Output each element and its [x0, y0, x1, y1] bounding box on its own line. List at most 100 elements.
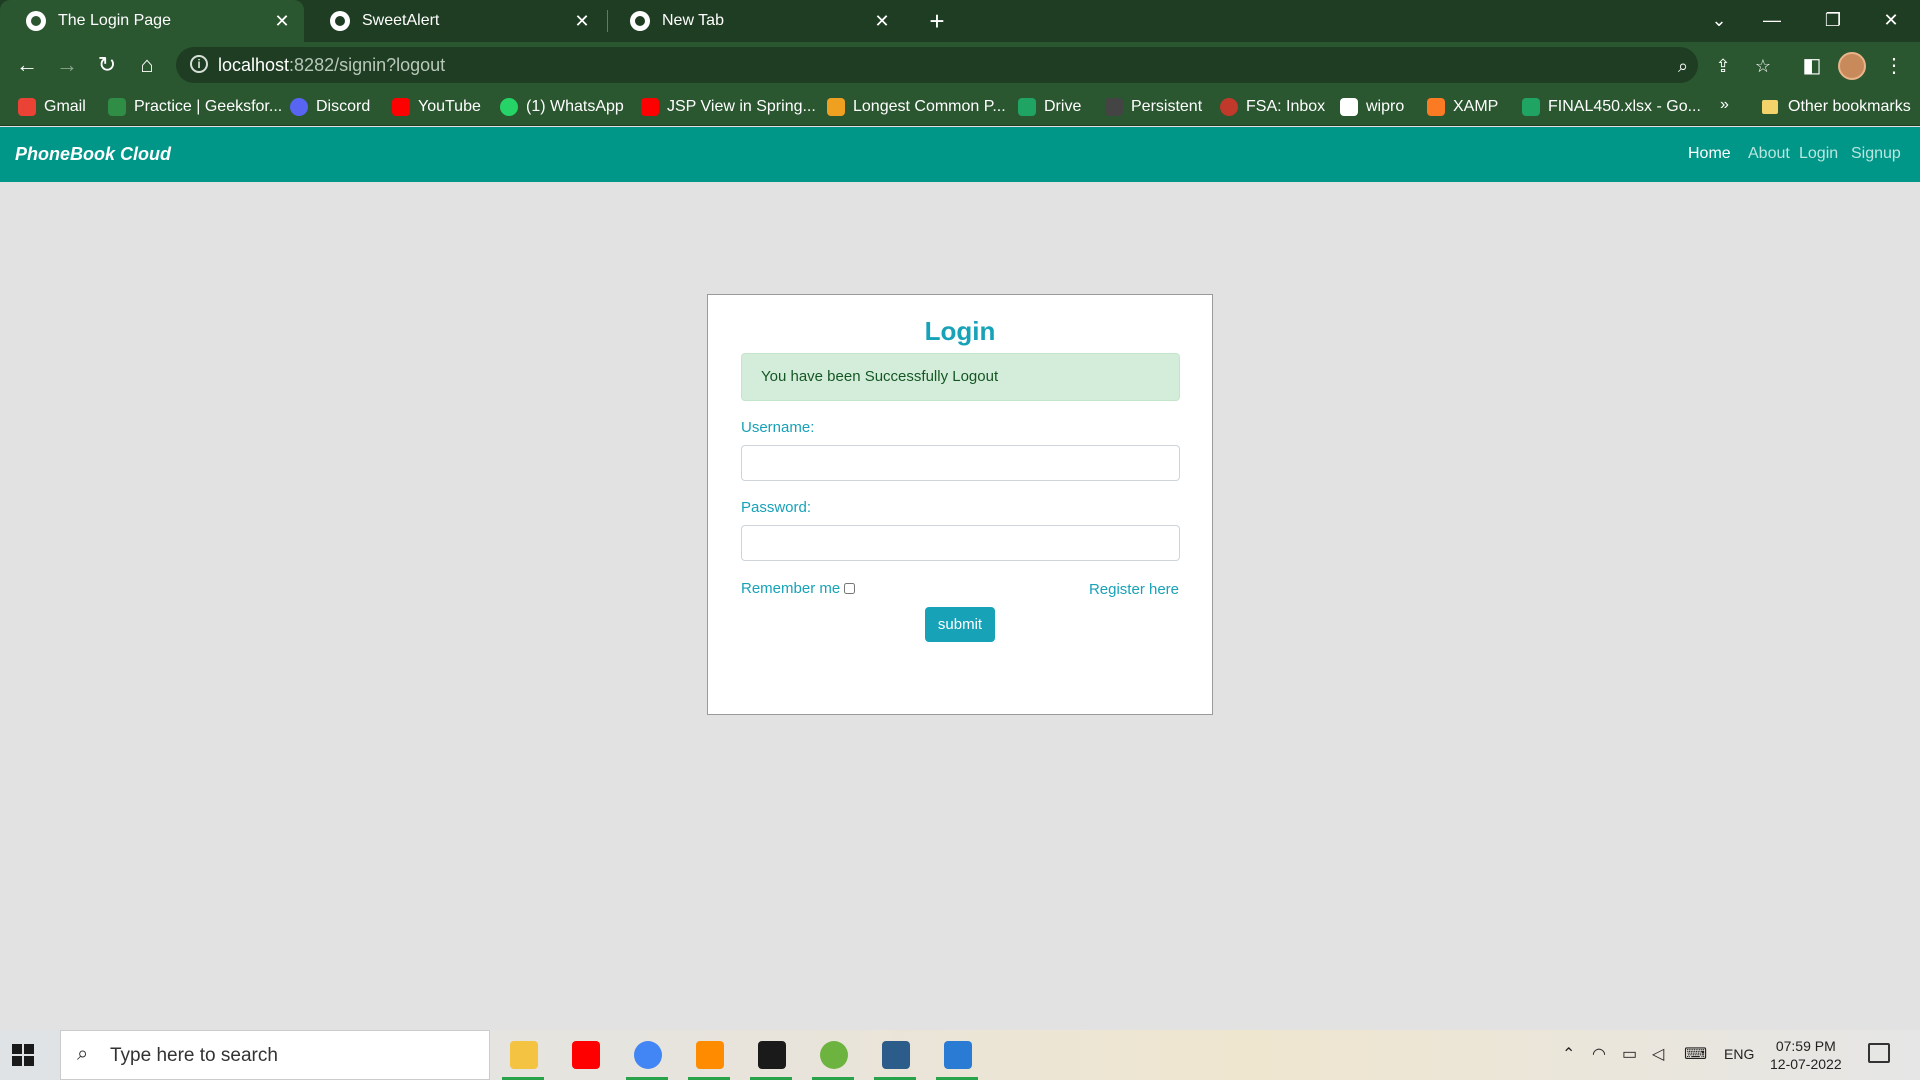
home-button[interactable]: ⌂	[130, 48, 164, 82]
info-icon[interactable]: i	[190, 55, 208, 73]
bookmark-label: FSA: Inbox	[1246, 98, 1326, 115]
sublime-icon	[696, 1041, 724, 1069]
address-bar[interactable]: i localhost:8282/signin?logout ⌕ ⇪ ☆	[176, 47, 1771, 83]
password-field[interactable]	[741, 525, 1180, 561]
address-url[interactable]: localhost:8282/signin?logout	[218, 55, 445, 76]
forward-button[interactable]: →	[50, 48, 84, 82]
whatsapp-icon	[500, 98, 518, 116]
remember-me-checkbox[interactable]	[844, 583, 856, 594]
taskbar-intellij[interactable]	[746, 1034, 796, 1080]
windows-taskbar: ⌕ Type here to search ⌃ ◠ ▭ ◁ ⌨ ENG 07:5…	[0, 1030, 1920, 1080]
globe-icon	[26, 11, 46, 31]
share-icon[interactable]: ⇪	[1710, 53, 1736, 79]
bookmark-fsa-inbox[interactable]: FSA: Inbox	[1220, 94, 1325, 120]
profile-avatar[interactable]	[1838, 52, 1866, 80]
nav-link-home[interactable]: Home	[1688, 145, 1731, 163]
remember-me: Remember me	[741, 580, 856, 597]
bookmark-wipro[interactable]: wipro	[1340, 94, 1404, 120]
discord-icon	[290, 98, 308, 116]
bookmark-drive[interactable]: Drive	[1018, 94, 1081, 120]
taskbar-sublime-text[interactable]	[684, 1034, 734, 1080]
search-icon: ⌕	[77, 1043, 89, 1065]
notification-icon[interactable]	[1868, 1043, 1890, 1063]
bookmark-label: JSP View in Spring...	[667, 98, 816, 115]
brand-logo-text[interactable]: PhoneBook Cloud	[15, 144, 171, 165]
new-tab-button[interactable]: +	[922, 4, 952, 38]
bookmark-xamp[interactable]: XAMP	[1427, 94, 1498, 120]
tab-title: The Login Page	[58, 12, 171, 29]
back-button[interactable]: ←	[10, 48, 44, 82]
show-hidden-icons-icon[interactable]: ⌃	[1562, 1044, 1575, 1064]
battery-icon[interactable]: ▭	[1622, 1044, 1637, 1064]
close-window-button[interactable]: ✕	[1866, 0, 1916, 42]
other-bookmarks-label: Other bookmarks	[1788, 98, 1911, 115]
bookmarks-overflow-button[interactable]: »	[1720, 96, 1729, 114]
close-icon[interactable]: ✕	[872, 11, 892, 32]
persistent-icon	[1105, 98, 1123, 116]
bookmark-longest-common[interactable]: Longest Common P...	[827, 94, 1006, 120]
tab-title: New Tab	[662, 12, 724, 29]
language-indicator[interactable]: ENG	[1724, 1046, 1754, 1062]
bookmark-label: Discord	[316, 98, 371, 115]
minimize-button[interactable]: —	[1747, 0, 1797, 42]
taskbar-photos[interactable]	[932, 1034, 982, 1080]
taskbar-file-explorer[interactable]	[498, 1034, 548, 1080]
taskbar-youtube[interactable]	[560, 1034, 610, 1080]
drive-icon	[1018, 98, 1036, 116]
clock-date: 12-07-2022	[1770, 1056, 1842, 1072]
taskbar-search-box[interactable]: ⌕ Type here to search	[60, 1030, 490, 1080]
youtube-icon	[641, 98, 659, 116]
wifi-icon[interactable]: ◠	[1592, 1044, 1606, 1064]
username-field[interactable]	[741, 445, 1180, 481]
restore-button[interactable]: ❐	[1808, 0, 1858, 42]
other-bookmarks-folder[interactable]: Other bookmarks	[1762, 94, 1911, 120]
close-icon[interactable]: ✕	[272, 11, 292, 32]
register-link[interactable]: Register here	[1089, 581, 1179, 598]
url-host: localhost	[218, 55, 290, 75]
nav-link-signup[interactable]: Signup	[1851, 145, 1901, 163]
taskbar-spring-tool-suite[interactable]	[808, 1034, 858, 1080]
chrome-icon	[634, 1041, 662, 1069]
bookmark-final450[interactable]: FINAL450.xlsx - Go...	[1522, 94, 1701, 120]
nav-link-about[interactable]: About	[1748, 145, 1790, 163]
tab-title: SweetAlert	[362, 12, 440, 29]
bookmark-discord[interactable]: Discord	[290, 94, 370, 120]
keyboard-icon[interactable]: ⌨	[1684, 1044, 1707, 1064]
globe-icon	[330, 11, 350, 31]
bookmark-youtube[interactable]: YouTube	[392, 94, 481, 120]
close-icon[interactable]: ✕	[572, 11, 592, 32]
bookmark-label: Drive	[1044, 98, 1082, 115]
bookmark-geeksforgeeks[interactable]: Practice | Geeksfor...	[108, 94, 282, 120]
bookmark-persistent[interactable]: Persistent	[1105, 94, 1202, 120]
photos-icon	[944, 1041, 972, 1069]
volume-icon[interactable]: ◁	[1652, 1044, 1664, 1064]
fsa-icon	[1220, 98, 1238, 116]
bookmark-label: XAMP	[1453, 98, 1499, 115]
tab-sweetalert[interactable]: SweetAlert ✕	[304, 0, 604, 42]
bookmark-label: Longest Common P...	[853, 98, 1006, 115]
login-title: Login	[924, 316, 996, 346]
bookmark-whatsapp[interactable]: (1) WhatsApp	[500, 94, 624, 120]
bookmark-label: wipro	[1366, 98, 1405, 115]
side-panel-icon[interactable]: ◧	[1798, 52, 1826, 80]
taskbar-chrome[interactable]	[622, 1034, 672, 1080]
zoom-icon[interactable]: ⌕	[1670, 53, 1696, 79]
bookmark-gmail[interactable]: Gmail	[18, 94, 86, 120]
taskbar-clock[interactable]: 07:59 PM 12-07-2022	[1770, 1037, 1842, 1073]
remember-me-label: Remember me	[741, 580, 841, 597]
tab-search-chevron-icon[interactable]: ⌄	[1694, 0, 1744, 42]
bookmark-jsp-view[interactable]: JSP View in Spring...	[641, 94, 816, 120]
tab-the-login-page[interactable]: The Login Page ✕	[0, 0, 304, 42]
wipro-icon	[1340, 98, 1358, 116]
taskbar-mysql-workbench[interactable]	[870, 1034, 920, 1080]
tab-new-tab[interactable]: New Tab ✕	[604, 0, 904, 42]
bookmark-star-icon[interactable]: ☆	[1750, 53, 1776, 79]
nav-link-login[interactable]: Login	[1799, 145, 1838, 163]
bookmark-label: (1) WhatsApp	[526, 98, 624, 115]
username-label: Username:	[741, 419, 815, 436]
menu-kebab-icon[interactable]: ⋮	[1880, 52, 1908, 80]
submit-button[interactable]: submit	[925, 607, 995, 642]
windows-start-icon[interactable]	[12, 1044, 34, 1066]
bookmarks-bar: Gmail Practice | Geeksfor... Discord You…	[0, 88, 1920, 126]
reload-button[interactable]: ↻	[90, 48, 124, 82]
